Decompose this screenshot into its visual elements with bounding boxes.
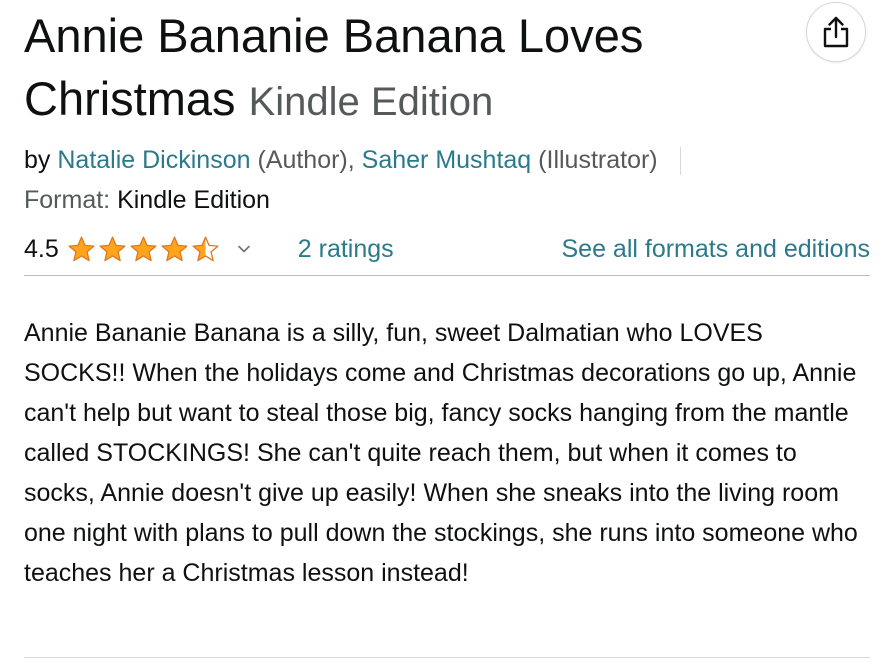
rating-row: 4.5 2 ratings See all formats and editio… (24, 229, 870, 269)
chevron-down-icon[interactable] (236, 241, 252, 257)
byline: by Natalie Dickinson (Author), Saher Mus… (24, 143, 681, 177)
edition-label: Kindle Edition (248, 80, 494, 124)
star-icon (99, 236, 126, 261)
byline-divider (679, 147, 681, 176)
by-label: by (24, 146, 51, 174)
format-line: Format: Kindle Edition (24, 183, 270, 217)
product-title: Annie Bananie Banana Loves Christmas Kin… (24, 4, 794, 134)
star-icon (130, 236, 157, 261)
format-value: Kindle Edition (117, 186, 270, 214)
star-rating[interactable] (67, 235, 222, 264)
author-link[interactable]: Natalie Dickinson (57, 146, 250, 174)
divider (24, 275, 870, 276)
ratings-count-link[interactable]: 2 ratings (298, 235, 394, 264)
share-button[interactable] (806, 2, 866, 62)
share-icon (823, 16, 849, 48)
rating-value: 4.5 (24, 234, 59, 263)
contributor-separator: , (347, 146, 355, 174)
divider (24, 657, 870, 658)
product-description: Annie Bananie Banana is a silly, fun, sw… (24, 319, 858, 587)
star-icon (161, 236, 188, 261)
illustrator-link[interactable]: Saher Mushtaq (362, 146, 532, 174)
see-all-formats-link[interactable]: See all formats and editions (561, 235, 870, 264)
format-label: Format: (24, 186, 111, 214)
star-half-icon (192, 236, 219, 261)
star-icon (68, 236, 95, 261)
illustrator-role: (Illustrator) (538, 146, 658, 174)
author-role: (Author) (257, 146, 348, 174)
